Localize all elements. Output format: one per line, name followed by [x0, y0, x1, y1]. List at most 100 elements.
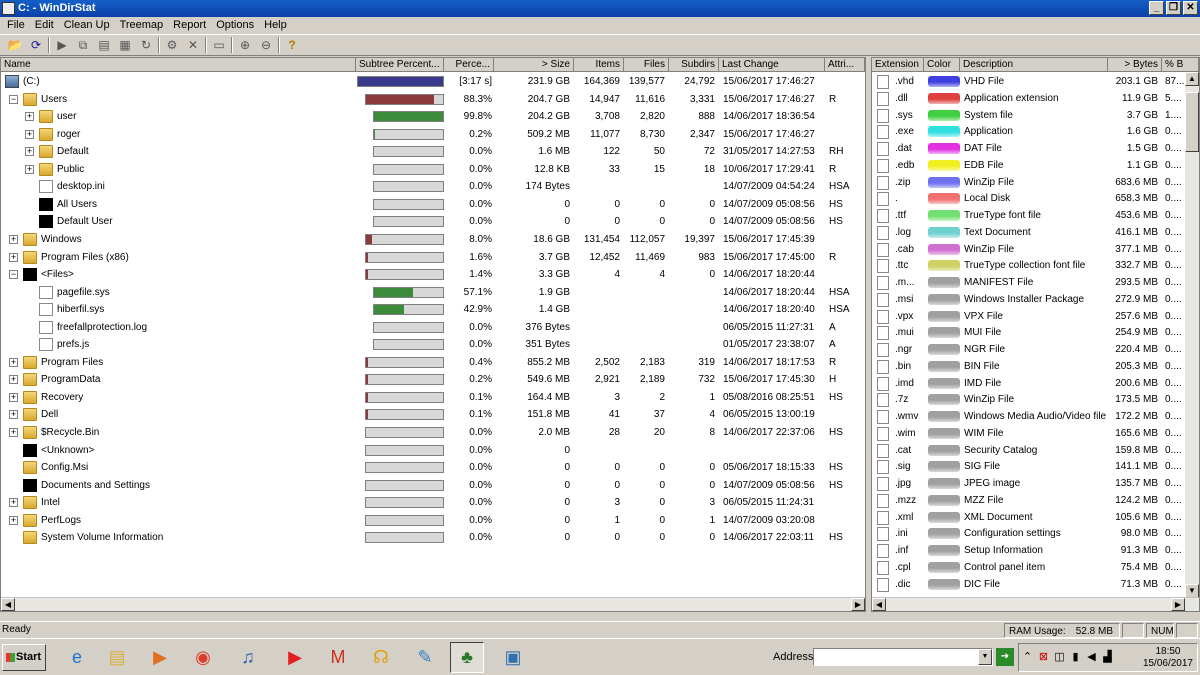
extension-row[interactable]: .dic DIC File 71.3 MB 0....	[872, 576, 1185, 593]
extension-row[interactable]: .cpl Control panel item 75.4 MB 0....	[872, 559, 1185, 576]
tree-row[interactable]: + Program Files 0.4% 855.2 MB 2,502 2,183 319 1…	[1, 354, 865, 371]
taskbar-gmail-icon[interactable]: M	[321, 642, 355, 673]
tree-row[interactable]: <Unknown> 0.0% 0	[1, 442, 865, 459]
column-header-subdirs[interactable]: Subdirs	[669, 58, 719, 72]
battery-icon[interactable]: ▮	[1069, 651, 1082, 664]
open-icon[interactable]: 📂	[6, 36, 24, 54]
tree-row[interactable]: + ProgramData 0.2% 549.6 MB 2,921 2,189 732 15/…	[1, 371, 865, 388]
tree-row[interactable]: + PerfLogs 0.0% 0 1 0 1 14/07/2009 03:20:08	[1, 512, 865, 529]
tree-row[interactable]: + Default 0.0% 1.6 MB 122 50 72 31/05/2017 14:2…	[1, 143, 865, 160]
copy-icon[interactable]: ⧉	[74, 36, 92, 54]
extension-row[interactable]: .wim WIM File 165.6 MB 0....	[872, 425, 1185, 442]
expand-icon[interactable]: +	[9, 515, 18, 525]
expand-icon[interactable]: +	[25, 112, 34, 122]
delete-icon[interactable]: ✕	[184, 36, 202, 54]
menu-clean-up[interactable]: Clean Up	[59, 17, 115, 33]
menu-options[interactable]: Options	[211, 17, 259, 33]
scroll-up-icon[interactable]: ▲	[1185, 72, 1199, 86]
extension-row[interactable]: .xml XML Document 105.6 MB 0....	[872, 509, 1185, 526]
tree-row[interactable]: + Intel 0.0% 0 3 0 3 06/05/2015 11:24:31	[1, 494, 865, 511]
extension-row[interactable]: .cat Security Catalog 159.8 MB 0....	[872, 442, 1185, 459]
column-header-pct[interactable]: Perce...	[444, 58, 494, 72]
tree-row[interactable]: Documents and Settings 0.0% 0 0 0 0 14/07/2009…	[1, 477, 865, 494]
address-input[interactable]: ▼	[813, 648, 993, 666]
tree-row[interactable]: Config.Msi 0.0% 0 0 0 0 05/06/2017 18:15:33 HS	[1, 459, 865, 476]
help-icon[interactable]: ?	[283, 36, 301, 54]
extension-row[interactable]: .ini Configuration settings 98.0 MB 0....	[872, 525, 1185, 542]
clock[interactable]: 18:50 15/06/2017	[1143, 646, 1193, 670]
column-header-files[interactable]: Files	[624, 58, 669, 72]
explorer-icon[interactable]: ▦	[116, 36, 134, 54]
taskbar-file-explorer-icon[interactable]: ▤	[100, 642, 134, 673]
tree-row[interactable]: + Program Files (x86) 1.6% 3.7 GB 12,452 11,4…	[1, 249, 865, 266]
extension-row[interactable]: .ngr NGR File 220.4 MB 0....	[872, 341, 1185, 358]
go-icon[interactable]: ➔	[996, 648, 1014, 666]
scroll-thumb[interactable]	[1185, 92, 1199, 152]
scroll-right-icon[interactable]: ▶	[851, 598, 865, 611]
extension-row[interactable]: .bin BIN File 205.3 MB 0....	[872, 358, 1185, 375]
extension-row[interactable]: .dat DAT File 1.5 GB 0....	[872, 140, 1185, 157]
settings-icon[interactable]: ⚙	[163, 36, 181, 54]
chevron-down-icon[interactable]: ▼	[978, 649, 992, 665]
extension-row[interactable]: .sig SIG File 141.1 MB 0....	[872, 458, 1185, 475]
taskbar-itunes-icon[interactable]: ♫	[231, 642, 265, 673]
tree-row[interactable]: pagefile.sys 57.1% 1.9 GB 14/06/2017 18:20:…	[1, 284, 865, 301]
taskbar-youtube-icon[interactable]: ▶	[278, 642, 312, 673]
extension-hscrollbar[interactable]: ◀ ▶	[872, 597, 1199, 611]
expand-icon[interactable]: +	[25, 147, 34, 157]
tree-row[interactable]: prefs.js 0.0% 351 Bytes 01/05/2017 23:38:07…	[1, 336, 865, 353]
tray-expand-icon[interactable]: ⌃	[1021, 651, 1034, 664]
start-button[interactable]: Start	[2, 644, 46, 671]
tree-row[interactable]: + Recovery 0.1% 164.4 MB 3 2 1 05/08/2016 08:25…	[1, 389, 865, 406]
paste-icon[interactable]: ▤	[95, 36, 113, 54]
extension-row[interactable]: .vpx VPX File 257.6 MB 0....	[872, 308, 1185, 325]
taskbar-audio-app-icon[interactable]: ☊	[364, 642, 398, 673]
network-icon[interactable]: ⊠	[1037, 651, 1050, 664]
column-header-changed[interactable]: Last Change	[719, 58, 825, 72]
extension-row[interactable]: .m... MANIFEST File 293.5 MB 0....	[872, 274, 1185, 291]
taskbar-windirstat-icon[interactable]: ♣	[450, 642, 484, 673]
minimize-button[interactable]: _	[1149, 1, 1164, 15]
tree-row[interactable]: hiberfil.sys 42.9% 1.4 GB 14/06/2017 18:20:…	[1, 301, 865, 318]
expand-icon[interactable]: +	[9, 375, 18, 385]
expand-icon[interactable]: +	[9, 357, 18, 367]
column-header-size[interactable]: > Size	[494, 58, 574, 72]
expand-icon[interactable]: +	[9, 252, 18, 262]
extension-row[interactable]: .mui MUI File 254.9 MB 0....	[872, 324, 1185, 341]
extension-row[interactable]: .inf Setup Information 91.3 MB 0....	[872, 542, 1185, 559]
column-header-items[interactable]: Items	[574, 58, 624, 72]
extension-list[interactable]: Extension Color Description > Bytes% B .vhd…	[871, 57, 1200, 612]
tree-row[interactable]: freefallprotection.log 0.0% 376 Bytes 06/05…	[1, 319, 865, 336]
restore-button[interactable]: ❐	[1166, 1, 1181, 15]
extension-row[interactable]: .mzz MZZ File 124.2 MB 0....	[872, 492, 1185, 509]
collapse-icon[interactable]: −	[9, 94, 18, 104]
tree-row[interactable]: + Windows 8.0% 18.6 GB 131,454 112,057 19,397 1…	[1, 231, 865, 248]
extension-row[interactable]: .jpg JPEG image 135.7 MB 0....	[872, 475, 1185, 492]
volume-icon[interactable]: ◀	[1085, 651, 1098, 664]
expand-icon[interactable]: +	[25, 164, 34, 174]
taskbar-paint-icon[interactable]: ✎	[408, 642, 442, 673]
zoom-in-icon[interactable]: ⊕	[236, 36, 254, 54]
extension-row[interactable]: .wmv Windows Media Audio/Video file 172.2 …	[872, 408, 1185, 425]
taskbar-media-player-icon[interactable]: ▶	[143, 642, 177, 673]
tree-row[interactable]: + Dell 0.1% 151.8 MB 41 37 4 06/05/2015 13:00:1…	[1, 406, 865, 423]
extension-row[interactable]: .cab WinZip File 377.1 MB 0....	[872, 241, 1185, 258]
column-header-color[interactable]: Color	[924, 58, 960, 72]
tree-row[interactable]: + $Recycle.Bin 0.0% 2.0 MB 28 20 8 14/06/2017 2…	[1, 424, 865, 441]
collapse-icon[interactable]: −	[9, 270, 18, 280]
close-button[interactable]: ✕	[1183, 1, 1198, 15]
column-header-subtree[interactable]: Subtree Percent...	[356, 58, 444, 72]
tree-row[interactable]: System Volume Information 0.0% 0 0 0 0 14/06/2…	[1, 529, 865, 546]
menu-help[interactable]: Help	[259, 17, 292, 33]
menu-file[interactable]: File	[2, 17, 30, 33]
column-header-percent[interactable]: % B	[1162, 58, 1199, 72]
column-header-bytes[interactable]: > Bytes	[1108, 58, 1162, 72]
extension-vscrollbar[interactable]: ▲ ▼	[1185, 72, 1199, 598]
tree-row[interactable]: − Users 88.3% 204.7 GB 14,947 11,616 3,331 15/0…	[1, 91, 865, 108]
column-header-description[interactable]: Description	[960, 58, 1108, 72]
tree-row[interactable]: All Users 0.0% 0 0 0 0 14/07/2009 05:08:56 HS	[1, 196, 865, 213]
taskbar-control-panel-icon[interactable]: ▣	[496, 642, 530, 673]
tree-row[interactable]: + user 99.8% 204.2 GB 3,708 2,820 888 14/06/201…	[1, 108, 865, 125]
column-header-attr[interactable]: Attri...	[825, 58, 865, 72]
expand-icon[interactable]: +	[9, 392, 18, 402]
